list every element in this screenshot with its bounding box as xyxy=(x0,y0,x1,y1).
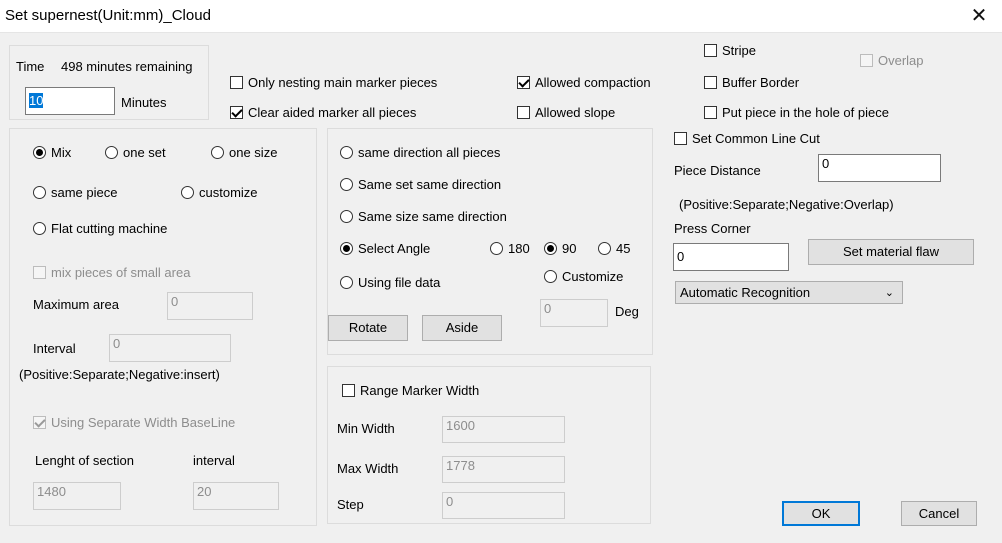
step-input: 0 xyxy=(442,492,565,519)
recognition-value: Automatic Recognition xyxy=(680,285,811,300)
chevron-down-icon: ⌄ xyxy=(884,287,894,299)
same-piece-radio[interactable]: same piece xyxy=(33,185,117,200)
customize-radio[interactable]: customize xyxy=(181,185,258,200)
allowed-slope-checkbox[interactable]: Allowed slope xyxy=(517,105,615,120)
minutes-label: Minutes xyxy=(121,95,167,110)
mix-radio[interactable]: Mix xyxy=(33,145,71,160)
checkbox-box xyxy=(517,106,530,119)
radio-dot xyxy=(33,146,46,159)
radio-dot xyxy=(544,242,557,255)
checkbox-box xyxy=(674,132,687,145)
interval2-label: interval xyxy=(193,453,235,468)
max-width-input: 1778 xyxy=(442,456,565,483)
window-title: Set supernest(Unit:mm)_Cloud xyxy=(5,7,211,24)
radio-dot xyxy=(340,276,353,289)
radio-dot xyxy=(181,186,194,199)
radio-dot xyxy=(33,186,46,199)
customize-angle-radio[interactable]: Customize xyxy=(544,269,623,284)
buffer-border-checkbox[interactable]: Buffer Border xyxy=(704,75,799,90)
interval-note: (Positive:Separate;Negative:insert) xyxy=(19,367,220,382)
same-size-direction-radio[interactable]: Same size same direction xyxy=(340,209,507,224)
angle-180-radio[interactable]: 180 xyxy=(490,241,530,256)
ok-button[interactable]: OK xyxy=(782,501,860,526)
same-direction-all-radio[interactable]: same direction all pieces xyxy=(340,145,500,160)
interval2-input: 20 xyxy=(193,482,279,510)
separate-baseline-checkbox: Using Separate Width BaseLine xyxy=(33,415,235,430)
checkbox-box xyxy=(342,384,355,397)
checkbox-box xyxy=(704,106,717,119)
radio-dot xyxy=(33,222,46,235)
clear-aided-checkbox[interactable]: Clear aided marker all pieces xyxy=(230,105,416,120)
min-width-input: 1600 xyxy=(442,416,565,443)
allowed-compaction-checkbox[interactable]: Allowed compaction xyxy=(517,75,651,90)
max-area-input: 0 xyxy=(167,292,253,320)
interval-label: Interval xyxy=(33,341,76,356)
max-area-label: Maximum area xyxy=(33,297,119,312)
one-set-radio[interactable]: one set xyxy=(105,145,166,160)
cancel-button[interactable]: Cancel xyxy=(901,501,977,526)
radio-dot xyxy=(340,210,353,223)
put-piece-hole-checkbox[interactable]: Put piece in the hole of piece xyxy=(704,105,889,120)
checkbox-box xyxy=(704,76,717,89)
radio-dot xyxy=(340,178,353,191)
angle-45-radio[interactable]: 45 xyxy=(598,241,630,256)
checkbox-box xyxy=(230,106,243,119)
checkbox-box xyxy=(704,44,717,57)
time-label: Time xyxy=(16,59,45,74)
flat-cutting-radio[interactable]: Flat cutting machine xyxy=(33,221,167,236)
checkbox-box xyxy=(33,416,46,429)
checkbox-box xyxy=(230,76,243,89)
one-size-radio[interactable]: one size xyxy=(211,145,277,160)
radio-dot xyxy=(544,270,557,283)
max-width-label: Max Width xyxy=(337,461,399,476)
time-remaining: 498 minutes remaining xyxy=(61,59,193,74)
degree-input: 0 xyxy=(540,299,608,327)
length-section-input: 1480 xyxy=(33,482,121,510)
deg-label: Deg xyxy=(615,304,639,319)
piece-distance-label: Piece Distance xyxy=(674,163,761,178)
radio-dot xyxy=(105,146,118,159)
mix-small-area-checkbox: mix pieces of small area xyxy=(33,265,190,280)
min-width-label: Min Width xyxy=(337,421,395,436)
range-marker-checkbox[interactable]: Range Marker Width xyxy=(342,383,479,398)
time-input[interactable]: 10 xyxy=(25,87,115,115)
length-section-label: Lenght of section xyxy=(35,453,135,468)
pos-neg-note: (Positive:Separate;Negative:Overlap) xyxy=(679,197,894,212)
press-corner-label: Press Corner xyxy=(674,221,751,236)
rotate-button[interactable]: Rotate xyxy=(328,315,408,341)
close-icon[interactable]: ✕ xyxy=(956,0,1002,32)
angle-90-radio[interactable]: 90 xyxy=(544,241,576,256)
same-set-direction-radio[interactable]: Same set same direction xyxy=(340,177,501,192)
recognition-dropdown[interactable]: Automatic Recognition ⌄ xyxy=(675,281,903,304)
radio-dot xyxy=(340,242,353,255)
press-corner-input[interactable]: 0 xyxy=(673,243,789,271)
aside-button[interactable]: Aside xyxy=(422,315,502,341)
select-angle-radio[interactable]: Select Angle xyxy=(340,241,430,256)
piece-distance-input[interactable]: 0 xyxy=(818,154,941,182)
checkbox-box xyxy=(33,266,46,279)
interval-input: 0 xyxy=(109,334,231,362)
title-bar: Set supernest(Unit:mm)_Cloud ✕ xyxy=(0,0,1002,33)
radio-dot xyxy=(598,242,611,255)
stripe-checkbox[interactable]: Stripe xyxy=(704,43,756,58)
checkbox-box xyxy=(517,76,530,89)
common-line-cut-checkbox[interactable]: Set Common Line Cut xyxy=(674,131,820,146)
radio-dot xyxy=(490,242,503,255)
overlap-checkbox: Overlap xyxy=(860,53,924,68)
step-label: Step xyxy=(337,497,364,512)
set-material-flaw-button[interactable]: Set material flaw xyxy=(808,239,974,265)
radio-dot xyxy=(211,146,224,159)
only-nesting-checkbox[interactable]: Only nesting main marker pieces xyxy=(230,75,437,90)
using-file-data-radio[interactable]: Using file data xyxy=(340,275,440,290)
radio-dot xyxy=(340,146,353,159)
checkbox-box xyxy=(860,54,873,67)
